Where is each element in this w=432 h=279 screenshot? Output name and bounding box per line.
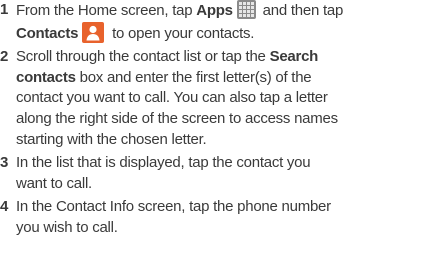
step-4: 4 In the Contact Info screen, tap the ph… — [0, 197, 432, 238]
step-3: 3 In the list that is displayed, tap the… — [0, 153, 432, 194]
search-label: Search — [269, 48, 319, 66]
step-1-line-1: From the Home screen, tap Apps and then … — [16, 0, 432, 22]
step-2-line-5: starting with the chosen letter. — [16, 130, 207, 148]
contacts-label: Contacts — [16, 24, 79, 42]
step-1-line-2: Contacts to open your contacts. — [16, 21, 432, 45]
step-2-line-2: contacts box and enter the first letter(… — [16, 68, 432, 89]
search-label-cont: contacts — [16, 68, 76, 86]
step-number: 3 — [0, 154, 9, 172]
step-text: From the Home screen, tap — [16, 2, 197, 19]
step-3-line-1: In the list that is displayed, tap the c… — [16, 154, 311, 172]
step-text: to open your contacts. — [108, 24, 255, 42]
step-2: 2 Scroll through the contact list or tap… — [0, 47, 432, 150]
step-1: 1 From the Home screen, tap Apps and the… — [0, 0, 432, 44]
step-text: box and enter the first letter(s) of the — [75, 68, 312, 86]
contacts-icon — [82, 21, 105, 43]
step-4-line-2: you wish to call. — [16, 218, 118, 236]
step-number: 2 — [0, 48, 9, 66]
step-text: and then tap — [258, 2, 344, 19]
apps-grid-icon — [236, 0, 256, 19]
step-3-line-2: want to call. — [16, 174, 92, 192]
step-2-line-4: along the right side of the screen to ac… — [16, 109, 338, 127]
apps-label: Apps — [196, 2, 233, 19]
step-number: 1 — [0, 1, 9, 18]
step-4-line-1: In the Contact Info screen, tap the phon… — [16, 198, 331, 216]
step-2-line-1: Scroll through the contact list or tap t… — [16, 47, 432, 68]
step-text: Scroll through the contact list or tap t… — [16, 48, 270, 66]
instructions-document: 1 From the Home screen, tap Apps and the… — [0, 0, 432, 242]
step-number: 4 — [0, 198, 9, 216]
step-2-line-3: contact you want to call. You can also t… — [16, 89, 328, 107]
